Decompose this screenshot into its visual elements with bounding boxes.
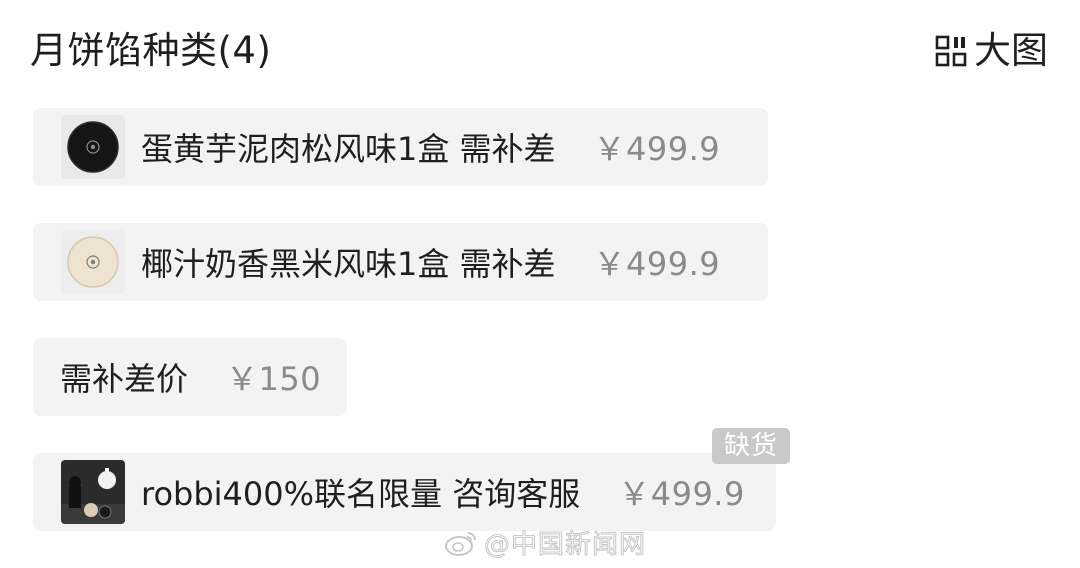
option-name: 蛋黄芋泥肉松风味1盒 需补差 bbox=[141, 130, 556, 168]
large-image-view-button[interactable]: 大图 bbox=[934, 26, 1048, 76]
view-toggle-label: 大图 bbox=[974, 29, 1048, 72]
grid-icon bbox=[935, 35, 967, 67]
flavor-option-price-difference[interactable]: 需补差价 ￥150 bbox=[33, 338, 347, 416]
option-price: ￥499.9 bbox=[618, 475, 745, 513]
white-mooncake-box-thumbnail bbox=[61, 230, 125, 294]
option-name: 需补差价 bbox=[60, 360, 189, 398]
robbi-figure-thumbnail bbox=[61, 460, 125, 524]
black-mooncake-box-thumbnail bbox=[61, 115, 125, 179]
watermark: @中国新闻网 bbox=[444, 524, 646, 561]
option-name: robbi400%联名限量 咨询客服 bbox=[141, 475, 581, 513]
out-of-stock-badge: 缺货 bbox=[712, 428, 791, 464]
option-name: 椰汁奶香黑米风味1盒 需补差 bbox=[141, 245, 556, 283]
watermark-text: @中国新闻网 bbox=[483, 530, 647, 561]
section-title: 月饼馅种类(4) bbox=[30, 29, 272, 72]
option-price: ￥499.9 bbox=[593, 130, 721, 168]
option-price: ￥499.9 bbox=[593, 245, 721, 283]
option-price: ￥150 bbox=[226, 360, 322, 398]
flavor-option-robbi-collab[interactable]: robbi400%联名限量 咨询客服 ￥499.9 bbox=[33, 453, 776, 531]
flavor-option-egg-yolk-taro[interactable]: 蛋黄芋泥肉松风味1盒 需补差 ￥499.9 bbox=[33, 108, 768, 186]
weibo-icon bbox=[445, 531, 476, 556]
section-header: 月饼馅种类(4) 大图 bbox=[30, 24, 1050, 80]
flavor-option-coconut-black-rice[interactable]: 椰汁奶香黑米风味1盒 需补差 ￥499.9 bbox=[33, 223, 768, 301]
